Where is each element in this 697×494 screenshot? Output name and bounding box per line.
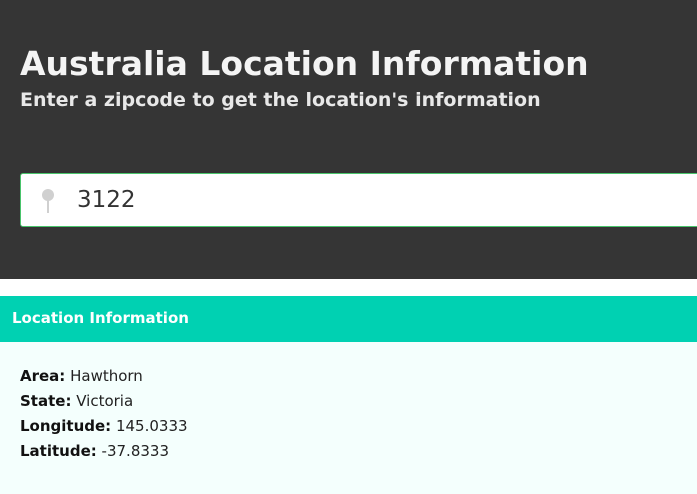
info-row-latitude: Latitude: -37.8333 xyxy=(20,439,188,464)
zipcode-search-box[interactable] xyxy=(20,173,697,227)
longitude-value: 145.0333 xyxy=(115,417,188,435)
location-info-panel: Location Information Area: Hawthorn Stat… xyxy=(0,296,697,494)
info-row-longitude: Longitude: 145.0333 xyxy=(20,414,188,439)
longitude-label: Longitude: xyxy=(20,417,112,435)
location-info-header: Location Information xyxy=(0,296,697,342)
page-subtitle: Enter a zipcode to get the location's in… xyxy=(20,89,541,111)
area-label: Area: xyxy=(20,367,66,385)
area-value: Hawthorn xyxy=(70,367,143,385)
latitude-label: Latitude: xyxy=(20,442,97,460)
state-label: State: xyxy=(20,392,72,410)
zipcode-input[interactable] xyxy=(77,174,677,226)
info-row-state: State: Victoria xyxy=(20,389,188,414)
location-info-list: Area: Hawthorn State: Victoria Longitude… xyxy=(20,364,188,464)
state-value: Victoria xyxy=(76,392,134,410)
info-row-area: Area: Hawthorn xyxy=(20,364,188,389)
page-title: Australia Location Information xyxy=(20,44,589,83)
latitude-value: -37.8333 xyxy=(101,442,169,460)
location-info-title: Location Information xyxy=(12,309,189,327)
hero-section: Australia Location Information Enter a z… xyxy=(0,0,697,279)
map-pin-icon xyxy=(42,189,54,213)
